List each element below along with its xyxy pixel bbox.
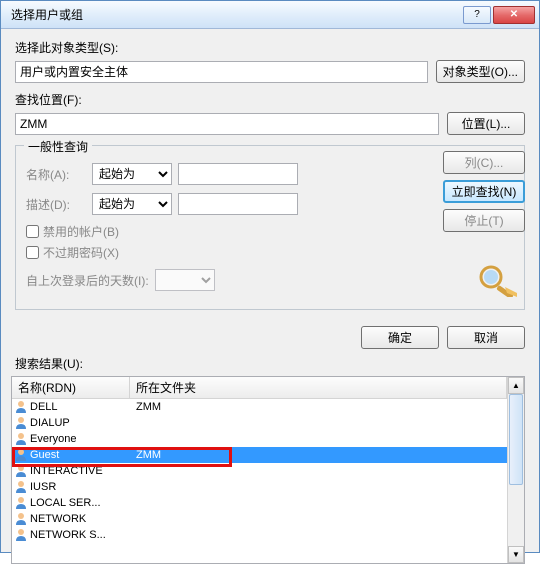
scroll-thumb[interactable] xyxy=(509,394,523,485)
item-folder: ZMM xyxy=(130,401,507,413)
dialog-title: 选择用户或组 xyxy=(5,6,463,23)
user-icon xyxy=(14,448,28,462)
titlebar: 选择用户或组 ? ✕ xyxy=(1,1,539,29)
location-label: 查找位置(F): xyxy=(15,91,525,108)
find-now-button[interactable]: 立即查找(N) xyxy=(443,180,525,203)
close-button[interactable]: ✕ xyxy=(493,6,535,24)
results-list: DELL ZMM DIALUP Everyone Guest ZMM INTERACTIVE… xyxy=(12,399,507,543)
user-icon xyxy=(14,416,28,430)
object-type-button[interactable]: 对象类型(O)... xyxy=(436,60,525,83)
columns-button[interactable]: 列(C)... xyxy=(443,151,525,174)
object-type-field[interactable] xyxy=(15,61,428,83)
name-input[interactable] xyxy=(178,163,298,185)
location-field[interactable] xyxy=(15,113,439,135)
user-icon xyxy=(14,432,28,446)
no-expire-pw-label: 不过期密码(X) xyxy=(43,244,119,261)
disabled-accounts-label: 禁用的帐户(B) xyxy=(43,223,119,240)
list-item[interactable]: INTERACTIVE xyxy=(12,463,507,479)
list-item[interactable]: DELL ZMM xyxy=(12,399,507,415)
search-icon xyxy=(477,263,521,297)
desc-input[interactable] xyxy=(178,193,298,215)
user-icon xyxy=(14,400,28,414)
list-item[interactable]: IUSR xyxy=(12,479,507,495)
days-since-login-select[interactable] xyxy=(155,269,215,291)
no-expire-pw-checkbox[interactable] xyxy=(26,246,39,259)
stop-button[interactable]: 停止(T) xyxy=(443,209,525,232)
user-icon xyxy=(14,496,28,510)
item-name: NETWORK S... xyxy=(30,529,106,541)
scroll-track[interactable] xyxy=(508,394,524,546)
item-name: DIALUP xyxy=(30,417,70,429)
location-button[interactable]: 位置(L)... xyxy=(447,112,525,135)
results-label: 搜索结果(U): xyxy=(1,349,539,376)
user-icon xyxy=(14,512,28,526)
list-item[interactable]: DIALUP xyxy=(12,415,507,431)
days-since-login-label: 自上次登录后的天数(I): xyxy=(26,272,149,289)
item-name: INTERACTIVE xyxy=(30,465,103,477)
list-item[interactable]: Guest ZMM xyxy=(12,447,507,463)
col-folder[interactable]: 所在文件夹 xyxy=(130,377,507,398)
scroll-up-button[interactable]: ▲ xyxy=(508,377,524,394)
cancel-button[interactable]: 取消 xyxy=(447,326,525,349)
scrollbar[interactable]: ▲ ▼ xyxy=(507,377,524,563)
desc-match-select[interactable]: 起始为 xyxy=(92,193,172,215)
item-name: LOCAL SER... xyxy=(30,497,101,509)
results-header: 名称(RDN) 所在文件夹 xyxy=(12,377,507,399)
list-item[interactable]: NETWORK xyxy=(12,511,507,527)
general-query-title: 一般性查询 xyxy=(24,138,92,155)
item-name: Everyone xyxy=(30,433,76,445)
user-icon xyxy=(14,480,28,494)
list-item[interactable]: Everyone xyxy=(12,431,507,447)
user-icon xyxy=(14,464,28,478)
results-pane: 名称(RDN) 所在文件夹 DELL ZMM DIALUP Everyone Guest… xyxy=(11,376,525,564)
list-item[interactable]: NETWORK S... xyxy=(12,527,507,543)
name-label: 名称(A): xyxy=(26,166,86,183)
right-button-column: 列(C)... 立即查找(N) 停止(T) xyxy=(443,151,525,232)
help-button[interactable]: ? xyxy=(463,6,491,24)
col-rdn[interactable]: 名称(RDN) xyxy=(12,377,130,398)
dialog-buttons: 确定 取消 xyxy=(1,320,539,349)
item-name: DELL xyxy=(30,401,58,413)
object-type-label: 选择此对象类型(S): xyxy=(15,39,525,56)
item-name: Guest xyxy=(30,449,59,461)
list-item[interactable]: LOCAL SER... xyxy=(12,495,507,511)
dialog: 选择用户或组 ? ✕ 选择此对象类型(S): 对象类型(O)... 查找位置(F… xyxy=(0,0,540,553)
ok-button[interactable]: 确定 xyxy=(361,326,439,349)
disabled-accounts-checkbox[interactable] xyxy=(26,225,39,238)
name-match-select[interactable]: 起始为 xyxy=(92,163,172,185)
item-name: IUSR xyxy=(30,481,56,493)
item-folder: ZMM xyxy=(130,449,507,461)
desc-label: 描述(D): xyxy=(26,196,86,213)
item-name: NETWORK xyxy=(30,513,86,525)
user-icon xyxy=(14,528,28,542)
titlebar-buttons: ? ✕ xyxy=(463,6,535,24)
